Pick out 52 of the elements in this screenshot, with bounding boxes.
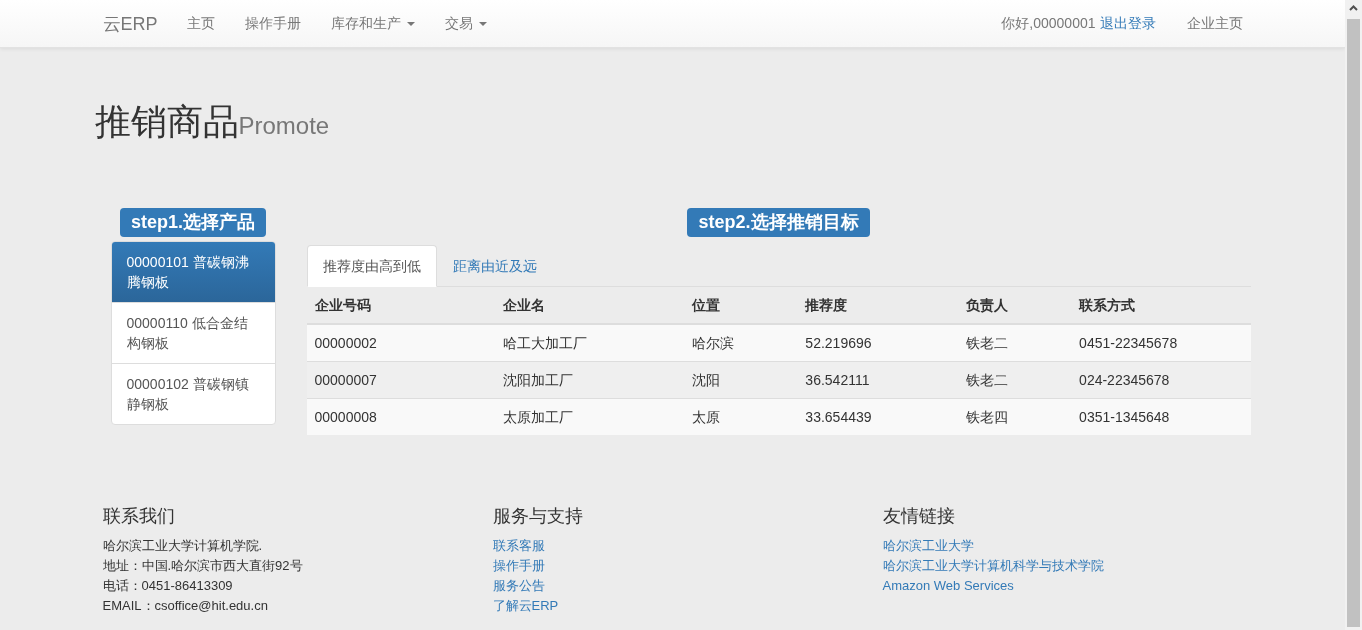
product-item[interactable]: 00000101 普碳钢沸腾钢板 [111, 242, 275, 302]
footer-link[interactable]: 操作手册 [492, 556, 883, 576]
footer-link[interactable]: 了解云ERP [492, 596, 883, 616]
table-cell: 0451-22345678 [1071, 324, 1251, 362]
footer-heading: 友情链接 [882, 505, 956, 527]
nav-link[interactable]: 库存和生产 [315, 14, 430, 33]
table-cell: 哈尔滨 [684, 324, 798, 362]
footer-link[interactable]: 服务公告 [492, 576, 883, 596]
product-item[interactable]: 00000102 普碳钢镇静钢板 [111, 363, 275, 424]
product-item[interactable]: 00000110 低合金结构钢板 [111, 302, 275, 363]
caret-icon [478, 21, 487, 26]
footer-link[interactable]: 联系客服 [492, 536, 883, 556]
table-cell: 太原 [684, 398, 798, 435]
nav-link[interactable]: 主页 [171, 14, 230, 33]
contact-text: 电话：0451-86413309 [102, 577, 234, 595]
contact-text: 地址：中国.哈尔滨市西大直街92号 [102, 557, 304, 575]
table-cell: 52.219696 [797, 324, 958, 362]
table-cell: 铁老四 [957, 398, 1072, 435]
table-cell: 024-22345678 [1071, 361, 1251, 399]
table-cell: 0351-1345648 [1071, 398, 1251, 435]
page-title: 推销商品 [94, 101, 239, 142]
scroll-up-icon[interactable] [1349, 5, 1358, 11]
contact-text: EMAIL：csoffice@hit.edu.cn [102, 597, 269, 615]
nav-link[interactable]: 操作手册 [229, 14, 316, 33]
brand-logo[interactable]: 云ERP [102, 11, 158, 36]
table-cell: 沈阳 [684, 361, 798, 399]
table-cell: 36.542111 [797, 361, 958, 399]
sort-tab[interactable]: 距离由近及远 [436, 245, 553, 287]
footer-link[interactable]: 哈尔滨工业大学 [882, 536, 1243, 556]
table-cell: 太原加工厂 [495, 398, 685, 435]
sort-tab[interactable]: 推荐度由高到低 [306, 245, 437, 287]
footer-link[interactable]: Amazon Web Services [882, 576, 1243, 596]
step-label: step2.选择推销目标 [687, 208, 870, 237]
table-cell: 00000008 [306, 398, 496, 435]
nav-link[interactable]: 交易 [429, 14, 502, 33]
nav-link[interactable]: 企业主页 [1171, 14, 1243, 33]
logout-link[interactable]: 退出登录 [1099, 14, 1156, 31]
footer-heading: 服务与支持 [492, 505, 584, 527]
contact-text: 哈尔滨工业大学计算机学院. [102, 537, 264, 555]
table-cell: 铁老二 [957, 324, 1072, 362]
footer-link[interactable]: 哈尔滨工业大学计算机科学与技术学院 [882, 556, 1243, 576]
greeting-text: 你好,00000001 [1001, 14, 1096, 31]
table-cell: 沈阳加工厂 [495, 361, 685, 399]
table-cell: 铁老二 [957, 361, 1072, 399]
caret-icon [406, 21, 415, 26]
page-subtitle: Promote [238, 112, 330, 139]
table-cell: 33.654439 [797, 398, 958, 435]
footer-heading: 联系我们 [102, 505, 176, 527]
table-cell: 00000002 [306, 324, 496, 362]
step-label: step1.选择产品 [120, 208, 266, 237]
table-cell: 哈工大加工厂 [495, 324, 685, 362]
table-cell: 00000007 [306, 361, 496, 399]
